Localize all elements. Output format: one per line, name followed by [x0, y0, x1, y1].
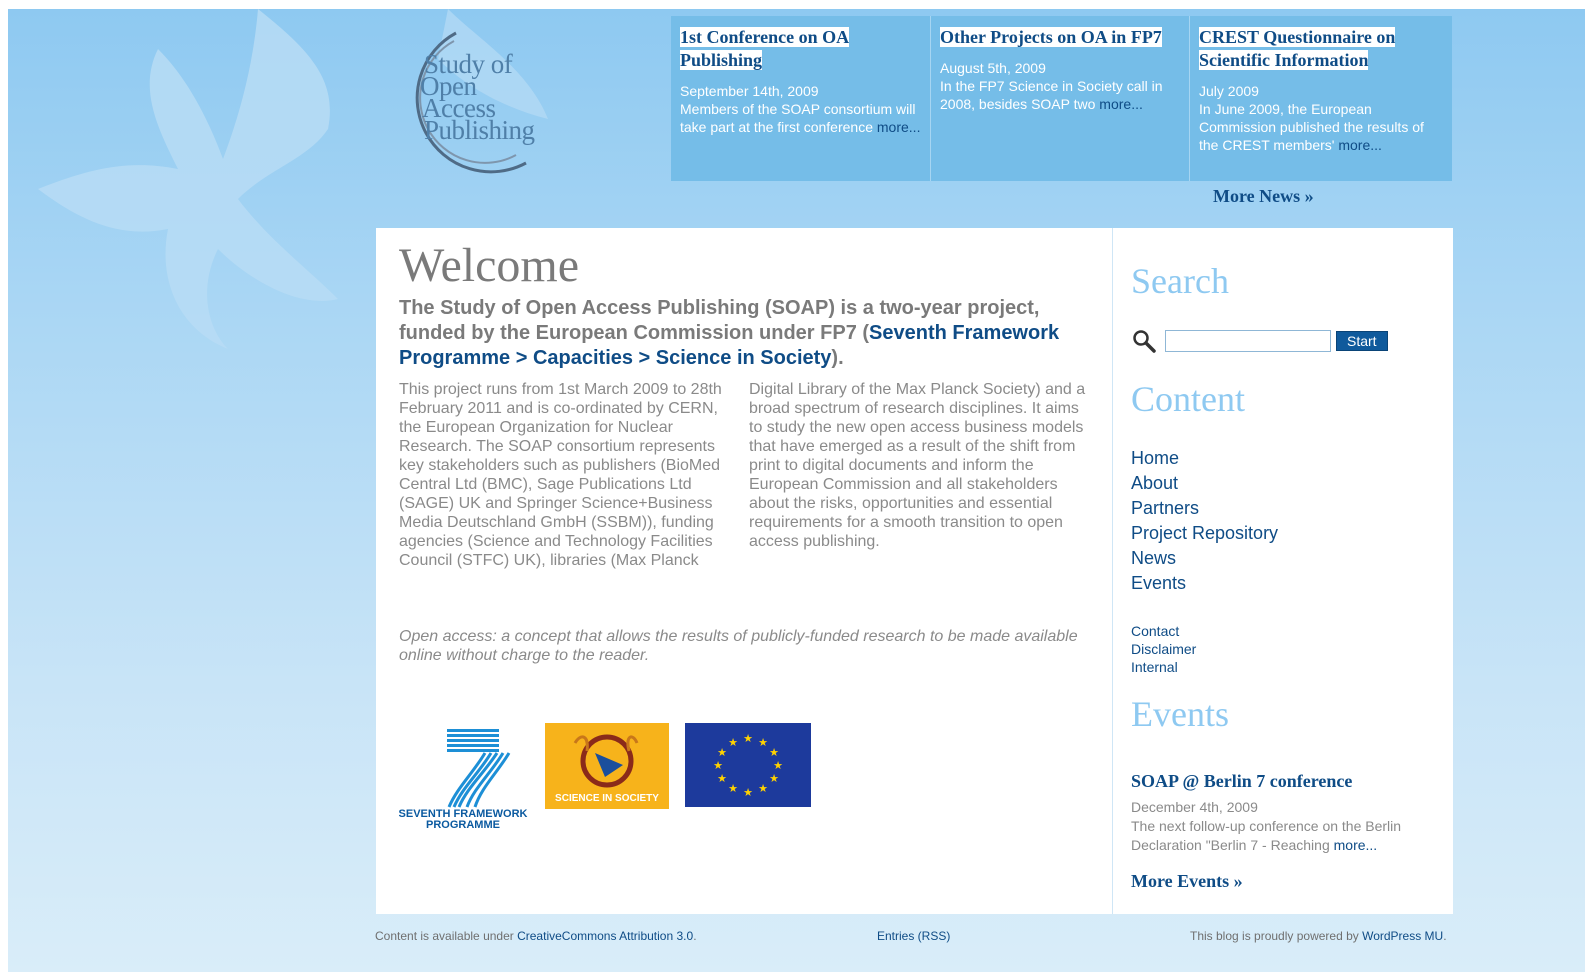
page-title: Welcome	[399, 239, 580, 292]
nav-project-repository-link[interactable]: Project Repository	[1131, 521, 1278, 546]
fp7-logo-line2: PROGRAMME	[426, 819, 500, 831]
event-date: December 4th, 2009	[1131, 799, 1258, 815]
sidebar: Search Start Content Home About Partners…	[1112, 228, 1453, 914]
news-excerpt-text: In June 2009, the European Commission pu…	[1199, 101, 1424, 153]
footer-license-text: Content is available under	[375, 929, 518, 943]
fp7-logo[interactable]: SEVENTH FRAMEWORK PROGRAMME	[399, 723, 529, 831]
eu-flag-logo[interactable]: ★ ★ ★ ★ ★ ★ ★ ★ ★ ★ ★ ★	[685, 723, 811, 807]
intro-end: ).	[831, 347, 844, 369]
news-more-link[interactable]: more...	[1099, 96, 1143, 112]
nav-disclaimer-link[interactable]: Disclaimer	[1131, 640, 1196, 658]
rss-entries-link[interactable]: Entries (RSS)	[877, 929, 950, 943]
news-item: CREST Questionnaire on Scientific Inform…	[1189, 16, 1448, 181]
news-item: Other Projects on OA in FP7 August 5th, …	[930, 16, 1189, 181]
nav-news-link[interactable]: News	[1131, 546, 1278, 571]
footer-powered-text: This blog is proudly powered by	[1190, 929, 1363, 943]
svg-text:★: ★	[713, 759, 723, 772]
news-date: September 14th, 2009	[680, 83, 819, 99]
nav-internal-link[interactable]: Internal	[1131, 658, 1196, 676]
svg-text:★: ★	[717, 746, 727, 759]
svg-text:★: ★	[773, 759, 783, 772]
search-form: Start	[1131, 328, 1388, 354]
main-content: Welcome The Study of Open Access Publish…	[376, 228, 1112, 914]
event-title-link[interactable]: SOAP @ Berlin 7 conference	[1131, 771, 1352, 792]
more-events-link[interactable]: More Events »	[1131, 871, 1243, 892]
nav-home-link[interactable]: Home	[1131, 446, 1278, 471]
secondary-nav: Contact Disclaimer Internal	[1131, 622, 1196, 676]
intro-paragraph: The Study of Open Access Publishing (SOA…	[399, 296, 1089, 371]
svg-text:★: ★	[728, 782, 738, 795]
search-input[interactable]	[1165, 330, 1331, 352]
news-date: August 5th, 2009	[940, 60, 1046, 76]
site-logo[interactable]: Study of Open Access Publishing	[386, 23, 556, 183]
logo-text: Study of Open Access Publishing	[420, 51, 560, 145]
nav-contact-link[interactable]: Contact	[1131, 622, 1196, 640]
news-strip: 1st Conference on OA Publishing Septembe…	[671, 16, 1452, 181]
news-title-link[interactable]: CREST Questionnaire on Scientific Inform…	[1199, 27, 1396, 70]
news-more-link[interactable]: more...	[1338, 137, 1382, 153]
event-more-link[interactable]: more...	[1334, 837, 1378, 853]
open-access-definition: Open access: a concept that allows the r…	[399, 628, 1078, 664]
more-news-link[interactable]: More News »	[1213, 186, 1314, 207]
page-background: Study of Open Access Publishing 1st Conf…	[8, 9, 1585, 972]
footer-license: Content is available under CreativeCommo…	[375, 929, 697, 943]
science-in-society-logo[interactable]: SCIENCE IN SOCIETY	[545, 723, 669, 809]
logo-line: Publishing	[424, 115, 535, 145]
news-item: 1st Conference on OA Publishing Septembe…	[671, 16, 930, 181]
nav-partners-link[interactable]: Partners	[1131, 496, 1278, 521]
wordpress-mu-link[interactable]: WordPress MU	[1362, 929, 1443, 943]
footer-powered-by: This blog is proudly powered by WordPres…	[1190, 929, 1447, 943]
nav-about-link[interactable]: About	[1131, 471, 1278, 496]
news-more-link[interactable]: more...	[877, 119, 921, 135]
content-nav: Home About Partners Project Repository N…	[1131, 446, 1278, 596]
search-icon	[1133, 330, 1156, 353]
footer-license-end: .	[693, 929, 697, 943]
search-heading: Search	[1131, 261, 1229, 301]
creative-commons-link[interactable]: CreativeCommons Attribution 3.0	[517, 929, 693, 943]
svg-text:★: ★	[758, 736, 768, 749]
svg-text:★: ★	[728, 736, 738, 749]
svg-text:★: ★	[743, 786, 753, 799]
body-column-right: Digital Library of the Max Planck Societ…	[749, 381, 1086, 550]
news-date: July 2009	[1199, 83, 1259, 99]
news-excerpt: In June 2009, the European Commission pu…	[1199, 100, 1439, 154]
event-excerpt: The next follow-up conference on the Ber…	[1131, 817, 1436, 855]
svg-text:★: ★	[717, 772, 727, 785]
footer-rss: Entries (RSS)	[877, 929, 950, 943]
events-heading: Events	[1131, 694, 1229, 734]
svg-text:★: ★	[743, 732, 753, 745]
footer-powered-end: .	[1443, 929, 1447, 943]
news-title-link[interactable]: Other Projects on OA in FP7	[940, 27, 1162, 47]
svg-text:★: ★	[769, 772, 779, 785]
body-column-left: This project runs from 1st March 2009 to…	[399, 381, 722, 569]
svg-text:★: ★	[769, 746, 779, 759]
science-in-society-label: SCIENCE IN SOCIETY	[555, 793, 659, 804]
nav-events-link[interactable]: Events	[1131, 571, 1278, 596]
news-excerpt: In the FP7 Science in Society call in 20…	[940, 77, 1180, 113]
search-start-button[interactable]: Start	[1336, 331, 1388, 351]
news-title-link[interactable]: 1st Conference on OA Publishing	[680, 27, 850, 70]
news-excerpt: Members of the SOAP consortium will take…	[680, 100, 921, 136]
svg-text:★: ★	[758, 782, 768, 795]
content-heading: Content	[1131, 379, 1245, 419]
